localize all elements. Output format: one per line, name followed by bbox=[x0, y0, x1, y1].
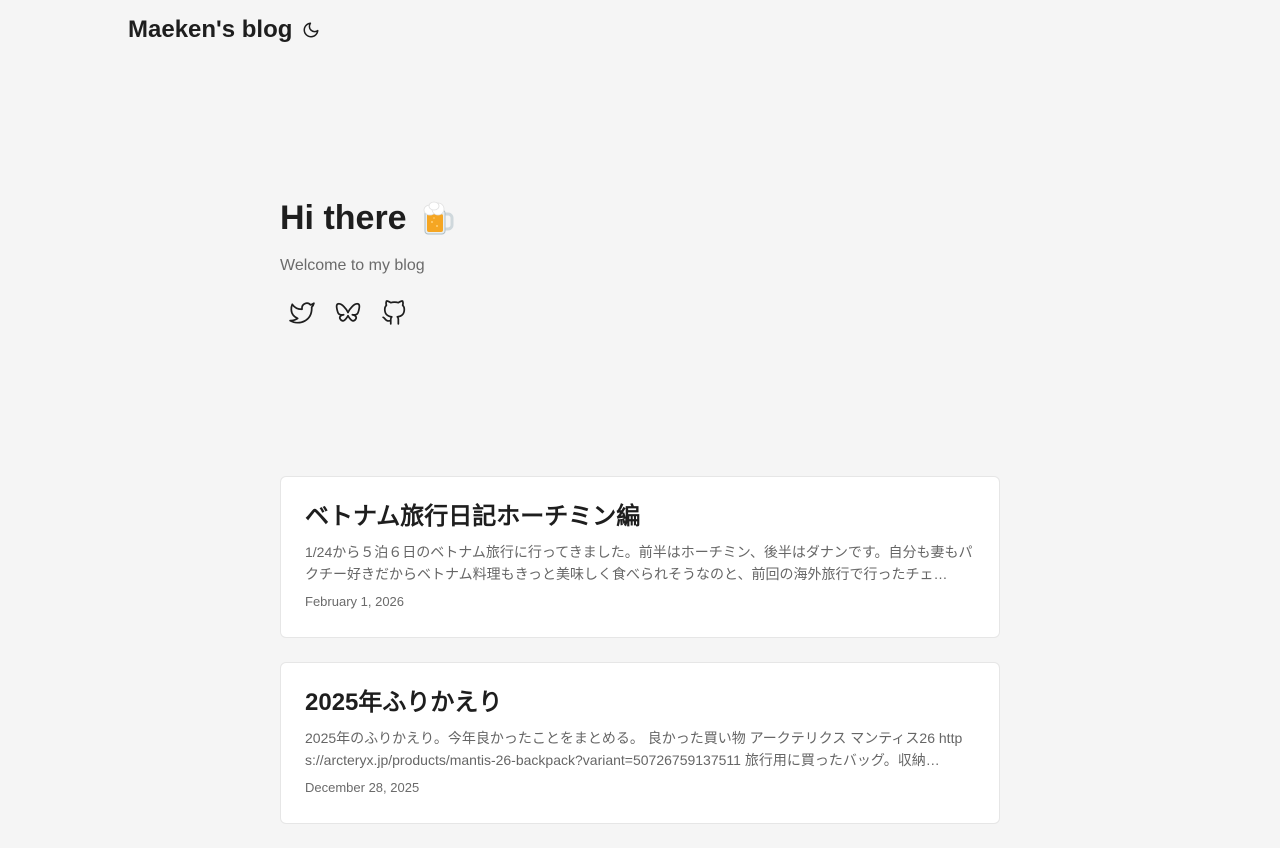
beer-mug-icon bbox=[419, 198, 455, 238]
site-header: Maeken's blog bbox=[128, 0, 320, 60]
post-title[interactable]: 2025年ふりかえり bbox=[305, 687, 975, 719]
post-list: ベトナム旅行日記ホーチミン編 1/24から５泊６日のベトナム旅行に行ってきました… bbox=[280, 476, 1000, 848]
twitter-icon[interactable] bbox=[289, 300, 315, 326]
post-date: February 1, 2026 bbox=[305, 594, 405, 609]
post-summary: 2025年のふりかえり。今年良かったことをまとめる。 良かった買い物 アークテリ… bbox=[305, 730, 963, 768]
hero-heading: Hi there bbox=[280, 196, 1000, 240]
hero-title: Hi there bbox=[280, 199, 407, 237]
post-title[interactable]: ベトナム旅行日記ホーチミン編 bbox=[305, 501, 975, 533]
post-summary: 1/24から５泊６日のベトナム旅行に行ってきました。前半はホーチミン、後半はダナ… bbox=[305, 544, 973, 582]
post-date: December 28, 2025 bbox=[305, 780, 420, 795]
hero-subtitle: Welcome to my blog bbox=[280, 257, 425, 274]
post-card[interactable]: ベトナム旅行日記ホーチミン編 1/24から５泊６日のベトナム旅行に行ってきました… bbox=[280, 476, 1000, 638]
butterfly-icon[interactable] bbox=[335, 300, 361, 326]
social-links bbox=[280, 300, 1000, 326]
moon-icon[interactable] bbox=[302, 21, 320, 39]
github-icon[interactable] bbox=[381, 300, 407, 326]
hero-section: Hi there Welcome to my blog bbox=[280, 196, 1000, 326]
site-title-link[interactable]: Maeken's blog bbox=[128, 18, 292, 42]
